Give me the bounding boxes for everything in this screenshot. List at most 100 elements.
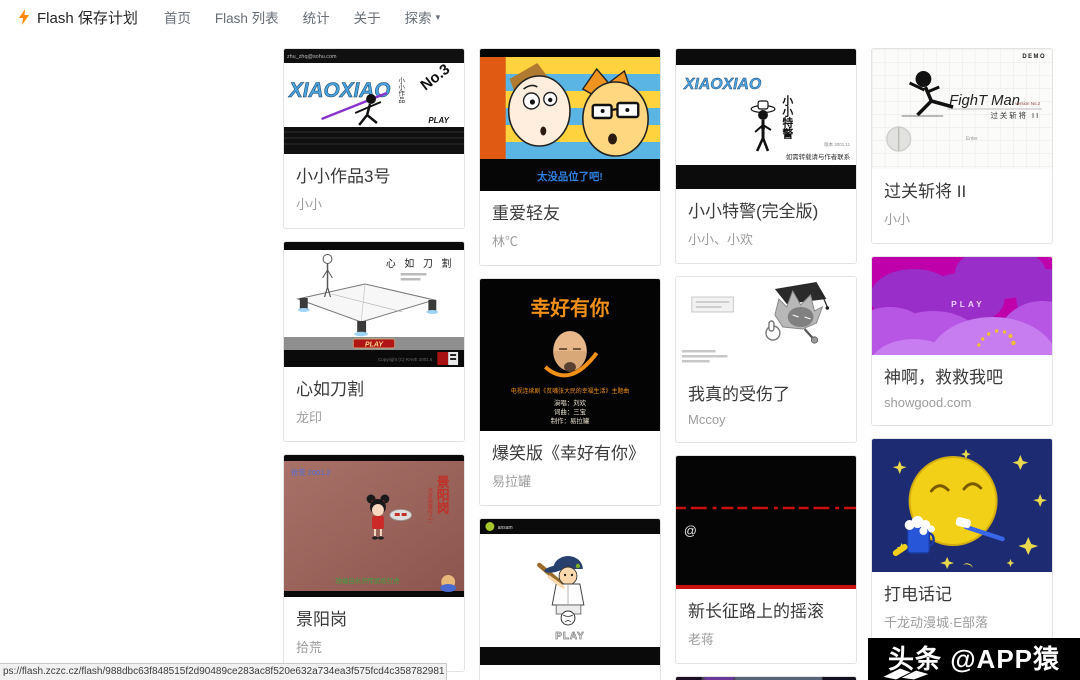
nav-item-flash-list[interactable]: Flash 列表	[215, 7, 279, 27]
card-body: 新长征路上的摇滚 老蒋	[676, 589, 856, 663]
nav-item-label: 关于	[354, 7, 381, 27]
thumbnail-xinchangzheng[interactable]: @	[676, 456, 856, 589]
card-author: 小小、小欢	[688, 229, 844, 248]
thumb-demo-text: DEMO	[1022, 54, 1046, 60]
card-body: 小小作品3号 小小	[284, 154, 464, 228]
thumbnail-woshoushangle[interactable]	[676, 277, 856, 372]
card-body: 过关斩将 II 小小	[872, 169, 1052, 243]
card-author: 林℃	[492, 231, 648, 250]
card-body: 我真的受伤了 Mccoy	[676, 372, 856, 442]
card-title: 打电话记	[884, 584, 1040, 607]
thumb-play-text: PLAY	[555, 631, 584, 642]
nav-item-label: 探索	[405, 7, 432, 27]
card-title: 小小作品3号	[296, 166, 452, 189]
thumb-vsub-text: 水浒英雄传之一	[426, 486, 433, 526]
thumb-caption-text: 太没品位了吧!	[536, 170, 603, 183]
watermark: 头条 @APP猿	[868, 638, 1080, 680]
thumb-play-text: PLAY	[365, 341, 384, 348]
lightning-bolt-icon	[18, 9, 30, 25]
thumbnail-shena[interactable]: PLAY	[872, 257, 1052, 355]
thumbnail-xinrudaoge[interactable]: 心 如 刀 割 PLAY Copyright (C) RAVE 2001.6	[284, 242, 464, 367]
nav-item-about[interactable]: 关于	[354, 7, 381, 27]
card-author: 老蒋	[688, 629, 844, 648]
card-title: 我真的受伤了	[688, 384, 844, 407]
thumb-credit-line2: 演唱：刘欢	[554, 398, 587, 407]
flash-card-guoguanzhanjiang[interactable]: DEMO FighT Man version No.2 过关斩将 II Ente…	[871, 48, 1053, 244]
flash-card-partial[interactable]	[675, 676, 857, 680]
flash-card-xiaoxiao3[interactable]: zhu_zhq@sohu.com XIAOXIAO No.3 小小作品 PLAY…	[283, 48, 465, 229]
thumb-green-text: 改编自水浒传武松打虎	[335, 576, 400, 585]
thumbnail-baseball[interactable]: ansam PLAY	[480, 519, 660, 676]
card-author: 小小	[884, 209, 1040, 228]
card-author: 易拉罐	[492, 471, 648, 490]
flash-card-jingyanggang[interactable]: 拾荒 2001.2 景阳岗 水浒英雄传之一 改编自水浒传武松打虎 景阳岗 拾	[283, 454, 465, 672]
flash-card-baoxiaoban[interactable]: 幸好有你 电视连续剧《贫嘴张大民的幸福生活》主题曲 演唱：刘欢 词曲：三宝 制作…	[479, 278, 661, 506]
thumb-title-text: 心 如 刀 割	[386, 257, 455, 270]
card-title: 新长征路上的摇滚	[688, 601, 844, 624]
nav-item-home[interactable]: 首页	[164, 7, 191, 27]
nav-item-explore[interactable]: 探索 ▾	[405, 7, 441, 27]
thumb-credit-text: 拾荒 2001.2	[291, 467, 330, 477]
thumbnail-xiaoxiaotejing[interactable]: XIAOXIAO 小小特警 版本 2001.11 如需转载请与作者联系	[676, 49, 856, 189]
card-author: Mccoy	[688, 412, 844, 427]
flash-card-dadianhuaji[interactable]: 打电话记 千龙动漫城·E部落	[871, 438, 1053, 647]
thumb-vtitle-text: 景阳岗	[435, 475, 450, 515]
card-body: 心如刀割 龙印	[284, 367, 464, 441]
card-title: 重爱轻友	[492, 203, 648, 226]
flash-card-baseball[interactable]: ansam PLAY	[479, 518, 661, 680]
thumb-note-text: 如需转载请与作者联系	[786, 152, 851, 161]
card-author: 千龙动漫城·E部落	[884, 612, 1040, 631]
card-body: 景阳岗 拾荒	[284, 597, 464, 671]
brand-title: Flash 保存计划	[37, 7, 138, 28]
thumb-credit-line4: 制作：易拉罐	[551, 416, 590, 425]
card-body: 神啊，救救我吧 showgood.com	[872, 355, 1052, 425]
books-icon	[880, 664, 936, 680]
thumb-at-text: @	[684, 523, 697, 538]
nav-item-label: Flash 列表	[215, 7, 279, 27]
nav-item-stats[interactable]: 统计	[303, 7, 330, 27]
thumbnail-chongaiqingyou[interactable]: 太没品位了吧!	[480, 49, 660, 191]
card-title: 神啊，救救我吧	[884, 367, 1040, 390]
thumbnail-jingyanggang[interactable]: 拾荒 2001.2 景阳岗 水浒英雄传之一 改编自水浒传武松打虎	[284, 455, 464, 597]
nav-item-label: 首页	[164, 7, 191, 27]
thumbnail-baoxiaoban[interactable]: 幸好有你 电视连续剧《贫嘴张大民的幸福生活》主题曲 演唱：刘欢 词曲：三宝 制作…	[480, 279, 660, 431]
thumbnail-dadianhuaji[interactable]	[872, 439, 1052, 572]
card-author: 小小	[296, 194, 452, 213]
page: Flash 保存计划 首页 Flash 列表 统计 关于 探索 ▾ zhu_zhq…	[0, 0, 1080, 680]
thumb-site-text: ansam	[498, 526, 513, 531]
navbar: Flash 保存计划 首页 Flash 列表 统计 关于 探索 ▾	[0, 0, 1080, 34]
chevron-down-icon: ▾	[436, 12, 441, 23]
card-title: 心如刀割	[296, 379, 452, 402]
card-title: 景阳岗	[296, 609, 452, 632]
flash-card-xinrudaoge[interactable]: 心 如 刀 割 PLAY Copyright (C) RAVE 2001.6 心…	[283, 241, 465, 442]
thumb-subtitle-text: 过关斩将 II	[991, 110, 1041, 120]
flash-card-xiaoxiaotejing[interactable]: XIAOXIAO 小小特警 版本 2001.11 如需转载请与作者联系 小小特警…	[675, 48, 857, 264]
thumb-version-text: 版本 2001.11	[824, 141, 850, 148]
thumb-enter-text: Enter	[966, 136, 978, 142]
card-body	[480, 676, 660, 680]
card-body: 爆笑版《幸好有你》 易拉罐	[480, 431, 660, 505]
card-title: 爆笑版《幸好有你》	[492, 443, 648, 466]
flash-card-xinchangzheng[interactable]: @ 新长征路上的摇滚 老蒋	[675, 455, 857, 664]
thumb-play-text: PLAY	[428, 116, 449, 125]
card-body: 打电话记 千龙动漫城·E部落	[872, 572, 1052, 646]
thumb-credit-line3: 词曲：三宝	[554, 407, 587, 416]
flash-card-woshoushangle[interactable]: 我真的受伤了 Mccoy	[675, 276, 857, 443]
card-author: 拾荒	[296, 637, 452, 656]
thumb-play-text: PLAY	[951, 299, 984, 309]
masonry-column-3: XIAOXIAO 小小特警 版本 2001.11 如需转载请与作者联系 小小特警…	[675, 48, 857, 680]
thumbnail-xiaoxiao3[interactable]: zhu_zhq@sohu.com XIAOXIAO No.3 小小作品 PLAY	[284, 49, 464, 154]
thumb-logo-text: XIAOXIAO	[683, 76, 762, 93]
thumb-title-text: 幸好有你	[530, 297, 609, 320]
card-author: showgood.com	[884, 395, 1040, 410]
thumb-vertical-text: 小小特警	[781, 94, 794, 140]
card-title: 小小特警(完全版)	[688, 201, 844, 224]
flash-card-shena[interactable]: PLAY 神啊，救救我吧 showgood.com	[871, 256, 1053, 426]
brand[interactable]: Flash 保存计划	[18, 7, 138, 28]
card-body: 小小特警(完全版) 小小、小欢	[676, 189, 856, 263]
card-author: 龙印	[296, 407, 452, 426]
thumb-version-text: version No.2	[1015, 101, 1040, 106]
thumbnail-guoguanzhanjiang[interactable]: DEMO FighT Man version No.2 过关斩将 II Ente…	[872, 49, 1052, 169]
flash-card-chongaiqingyou[interactable]: 太没品位了吧! 重爱轻友 林℃	[479, 48, 661, 266]
card-body: 重爱轻友 林℃	[480, 191, 660, 265]
